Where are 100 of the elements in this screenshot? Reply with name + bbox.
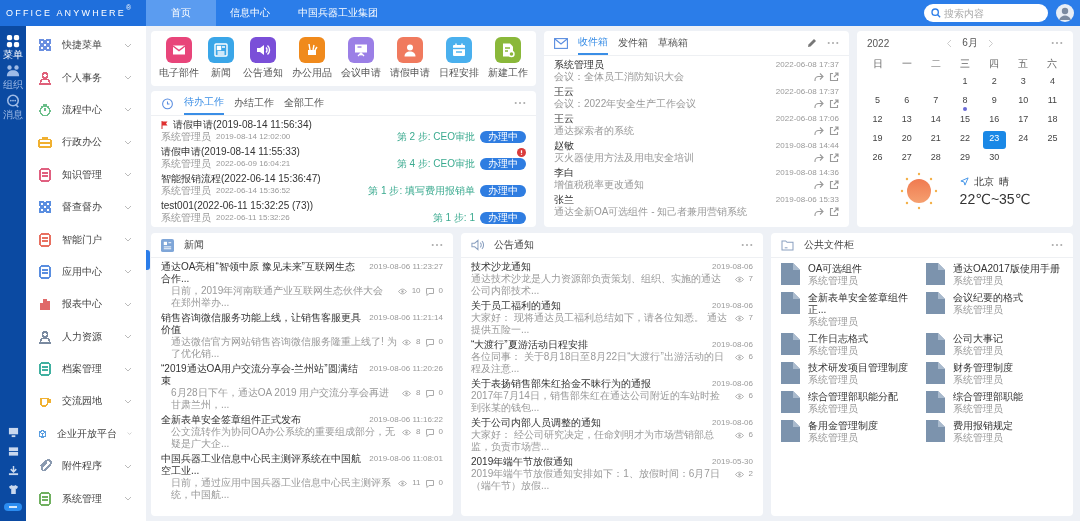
task-title[interactable]: 智能报销流程(2022-06-14 15:36:47) — [161, 173, 321, 185]
calendar-day[interactable]: 21 — [924, 131, 948, 149]
app-shortcut[interactable]: 会议申请 — [340, 37, 381, 80]
external-link-icon[interactable] — [829, 180, 839, 190]
rail-menu-button[interactable]: 组织 — [3, 64, 23, 90]
calendar-day[interactable]: 28 — [924, 150, 948, 168]
external-link-icon[interactable] — [829, 126, 839, 136]
rail-menu-button[interactable]: 消息 — [3, 94, 23, 120]
calendar-month[interactable]: 6月 — [962, 36, 978, 50]
sidebar-item[interactable]: 报表中心 — [26, 288, 146, 321]
file-name[interactable]: OA可选组件 — [808, 263, 863, 275]
calendar-day[interactable]: 22 — [953, 131, 977, 149]
news-title[interactable]: 全新表单安全签章组件正式发布 — [161, 414, 365, 426]
download-icon[interactable] — [7, 465, 19, 476]
mail-sender[interactable]: 王云 — [554, 113, 574, 125]
sidebar-item[interactable]: 人力资源 — [26, 320, 146, 353]
calendar-day[interactable]: 13 — [895, 112, 919, 130]
file-name[interactable]: 通达OA2017版使用手册 — [953, 263, 1060, 275]
app-shortcut[interactable]: 请假申请 — [389, 37, 430, 80]
news-title[interactable]: “2019通达OA用户交流分享会-兰州站”圆满结束 — [161, 363, 365, 387]
file-name[interactable]: 工作日志格式 — [808, 333, 868, 345]
sidebar-item[interactable]: 档案管理 — [26, 352, 146, 386]
forward-icon[interactable] — [814, 72, 824, 82]
monitor-icon[interactable] — [7, 427, 19, 438]
calendar-day[interactable]: 11 — [1040, 93, 1064, 111]
more-icon[interactable] — [1051, 243, 1063, 247]
app-shortcut[interactable]: 日程安排 — [438, 37, 479, 80]
calendar-day[interactable]: 6 — [895, 93, 919, 111]
calendar-day[interactable]: 19 — [866, 131, 890, 149]
calendar-day[interactable]: 16 — [982, 112, 1006, 130]
app-shortcut[interactable]: 公告通知 — [243, 37, 284, 80]
calendar-day[interactable]: 9 — [982, 93, 1006, 111]
sidebar-item[interactable]: 流程中心 — [26, 93, 146, 127]
file-name[interactable]: 费用报销规定 — [953, 420, 1013, 432]
calendar-day[interactable]: 8 — [953, 93, 977, 111]
calendar-day[interactable]: 30 — [982, 150, 1006, 168]
chevron-right-icon[interactable] — [987, 38, 994, 48]
tab[interactable]: 办结工作 — [234, 91, 274, 115]
forward-icon[interactable] — [814, 180, 824, 190]
calendar-day[interactable]: 12 — [866, 112, 890, 130]
external-link-icon[interactable] — [829, 207, 839, 217]
sidebar-item[interactable]: 企业开放平台 — [26, 417, 146, 451]
calendar-day[interactable]: 29 — [953, 150, 977, 168]
app-shortcut[interactable]: 办公用品 — [292, 37, 333, 80]
notice-title[interactable]: 关于表扬销售部朱红拾金不昧行为的通报 — [471, 378, 708, 390]
calendar-day[interactable]: 18 — [1040, 112, 1064, 130]
news-title[interactable]: 中国兵器工业信息中心民主测评系统在中国航空工业... — [161, 453, 365, 477]
calendar-day[interactable]: 27 — [895, 150, 919, 168]
mail-sender[interactable]: 张兰 — [554, 194, 574, 206]
notice-title[interactable]: 关于员工福利的通知 — [471, 300, 708, 312]
file-name[interactable]: 会议纪要的格式 — [953, 292, 1023, 304]
file-name[interactable]: 公司大事记 — [953, 333, 1003, 345]
notice-title[interactable]: 技术沙龙通知 — [471, 261, 708, 273]
mail-sender[interactable]: 李白 — [554, 167, 574, 179]
calendar-day[interactable]: 23 — [982, 131, 1006, 149]
forward-icon[interactable] — [814, 207, 824, 217]
calendar-day[interactable]: 17 — [1011, 112, 1035, 130]
avatar[interactable] — [1056, 4, 1074, 22]
sidebar-item[interactable]: 督查督办 — [26, 190, 146, 224]
sidebar-item[interactable]: 附件程序 — [26, 450, 146, 483]
tab[interactable]: 发件箱 — [618, 31, 648, 55]
nav-tab[interactable]: 信息中心 — [216, 0, 284, 26]
external-link-icon[interactable] — [829, 72, 839, 82]
sidebar-item[interactable]: 个人事务 — [26, 61, 146, 94]
notice-title[interactable]: “大渡行”夏游活动日程安排 — [471, 339, 708, 351]
file-name[interactable]: 全新表单安全签章组件正... — [808, 292, 918, 316]
calendar-day[interactable]: 24 — [1011, 131, 1035, 149]
toggle-icon[interactable] — [4, 503, 22, 511]
file-name[interactable]: 技术研发项目管理制度 — [808, 362, 908, 374]
sidebar-item[interactable]: 交流园地 — [26, 385, 146, 418]
task-title[interactable]: test001(2022-06-11 15:32:25 (73)) — [161, 200, 314, 212]
calendar-day[interactable]: 1 — [953, 74, 977, 92]
more-icon[interactable] — [1051, 41, 1063, 45]
search-field[interactable]: 搜索内容 — [924, 4, 1048, 22]
mail-sender[interactable]: 系统管理员 — [554, 59, 604, 71]
file-name[interactable]: 财务管理制度 — [953, 362, 1013, 374]
file-name[interactable]: 综合管理部职能 — [953, 391, 1023, 403]
file-name[interactable]: 综合管理部职能分配 — [808, 391, 898, 403]
external-link-icon[interactable] — [829, 153, 839, 163]
tab[interactable]: 草稿箱 — [658, 31, 688, 55]
tab[interactable]: 全部工作 — [284, 91, 324, 115]
status-button[interactable]: 办理中 — [480, 212, 526, 224]
news-title[interactable]: 销售咨询微信服务功能上线，让销售客服更具价值 — [161, 312, 365, 336]
sidebar-item[interactable]: 快捷菜单 — [26, 29, 146, 62]
external-link-icon[interactable] — [829, 99, 839, 109]
calendar-day[interactable]: 25 — [1040, 131, 1064, 149]
task-title[interactable]: 请假申请(2019-08-14 11:55:33) — [161, 146, 300, 158]
tab[interactable]: 待办工作 — [184, 91, 224, 115]
calendar-day[interactable]: 7 — [924, 93, 948, 111]
calendar-day[interactable]: 10 — [1011, 93, 1035, 111]
mail-sender[interactable]: 赵敏 — [554, 140, 574, 152]
news-title[interactable]: 通达OA亮相“智领中原 豫见未来”互联网生态合作... — [161, 261, 365, 285]
forward-icon[interactable] — [814, 99, 824, 109]
sidebar-item[interactable]: 系统管理 — [26, 482, 146, 515]
rail-menu-button[interactable]: 菜单 — [3, 34, 23, 60]
sidebar-item[interactable]: 行政办公 — [26, 126, 146, 159]
status-button[interactable]: 办理中 — [480, 158, 526, 170]
more-icon[interactable] — [741, 243, 753, 247]
chevron-left-icon[interactable] — [946, 38, 953, 48]
status-button[interactable]: 办理中 — [480, 185, 526, 197]
